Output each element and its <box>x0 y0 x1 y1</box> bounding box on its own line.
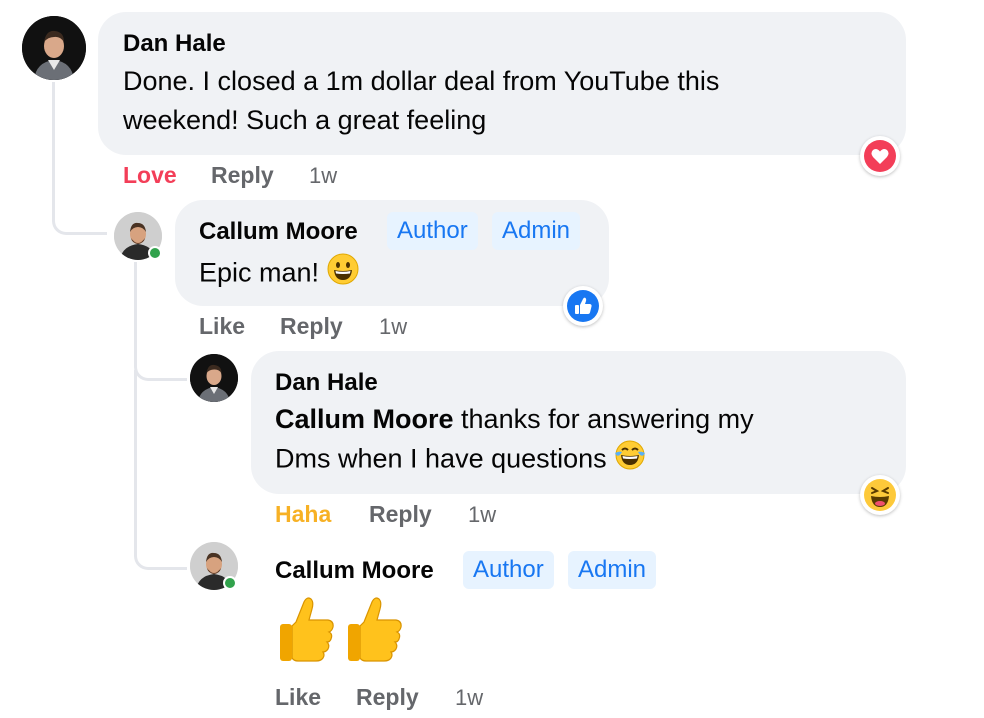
grinning-face-icon <box>327 253 359 296</box>
comment-timestamp[interactable]: 1w <box>468 502 496 528</box>
author-badge: Author <box>387 212 478 250</box>
heart-reaction-icon[interactable] <box>860 136 900 176</box>
author-badge: Author <box>463 551 554 589</box>
avatar[interactable] <box>22 16 86 80</box>
comment-text-line: Dms when I have questions <box>275 443 607 474</box>
haha-reaction-icon[interactable] <box>860 475 900 515</box>
comment-author[interactable]: Callum Moore <box>275 557 434 585</box>
mention-link[interactable]: Callum Moore <box>275 404 454 434</box>
online-status-icon <box>148 246 162 260</box>
comment-timestamp[interactable]: 1w <box>379 314 407 340</box>
tears-of-joy-icon <box>614 439 646 482</box>
reply-button[interactable]: Reply <box>211 162 274 189</box>
like-reaction-icon[interactable] <box>563 286 603 326</box>
comment-text-line: weekend! Such a great feeling <box>123 105 487 135</box>
like-button[interactable]: Like <box>199 313 245 340</box>
admin-badge: Admin <box>492 212 581 250</box>
reply-button[interactable]: Reply <box>356 684 419 711</box>
comment-author[interactable]: Dan Hale <box>275 369 378 397</box>
comment-author[interactable]: Dan Hale <box>123 30 226 58</box>
comment-author[interactable]: Callum Moore <box>199 218 358 246</box>
online-status-icon <box>223 576 237 590</box>
thumbs-up-icon <box>346 596 404 667</box>
thread-line <box>134 370 187 570</box>
comment-text-content: thanks for answering my <box>453 404 754 434</box>
comment-timestamp[interactable]: 1w <box>309 163 337 189</box>
comment-timestamp[interactable]: 1w <box>455 685 483 711</box>
thumbs-up-icon <box>278 596 336 667</box>
avatar[interactable] <box>190 354 238 402</box>
comment-text: Done. I closed a 1m dollar deal from You… <box>123 62 893 140</box>
love-reaction-button[interactable]: Love <box>123 162 177 189</box>
comment-text-line: Done. I closed a 1m dollar deal from You… <box>123 66 720 96</box>
comment-text: Callum Moore thanks for answering my Dms… <box>275 400 895 482</box>
reply-button[interactable]: Reply <box>280 313 343 340</box>
haha-reaction-button[interactable]: Haha <box>275 501 331 528</box>
admin-badge: Admin <box>568 551 657 589</box>
comment-text-content: Epic man! <box>199 257 320 288</box>
like-button[interactable]: Like <box>275 684 321 711</box>
reply-button[interactable]: Reply <box>369 501 432 528</box>
comment-text: Epic man! <box>199 253 359 296</box>
